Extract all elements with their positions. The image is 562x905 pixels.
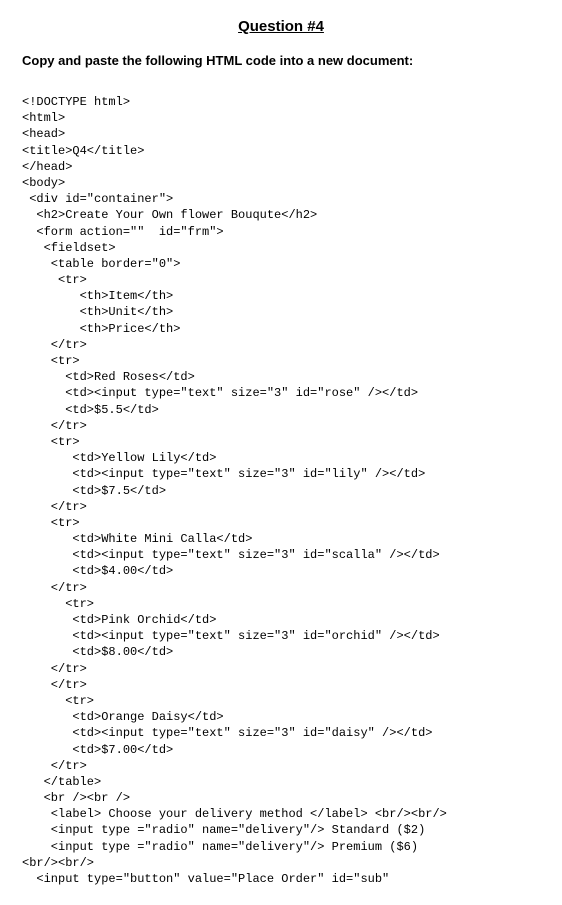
page-title: Question #4	[22, 18, 540, 35]
code-block: <!DOCTYPE html> <html> <head> <title>Q4<…	[22, 94, 540, 887]
instruction-text: Copy and paste the following HTML code i…	[22, 53, 540, 68]
